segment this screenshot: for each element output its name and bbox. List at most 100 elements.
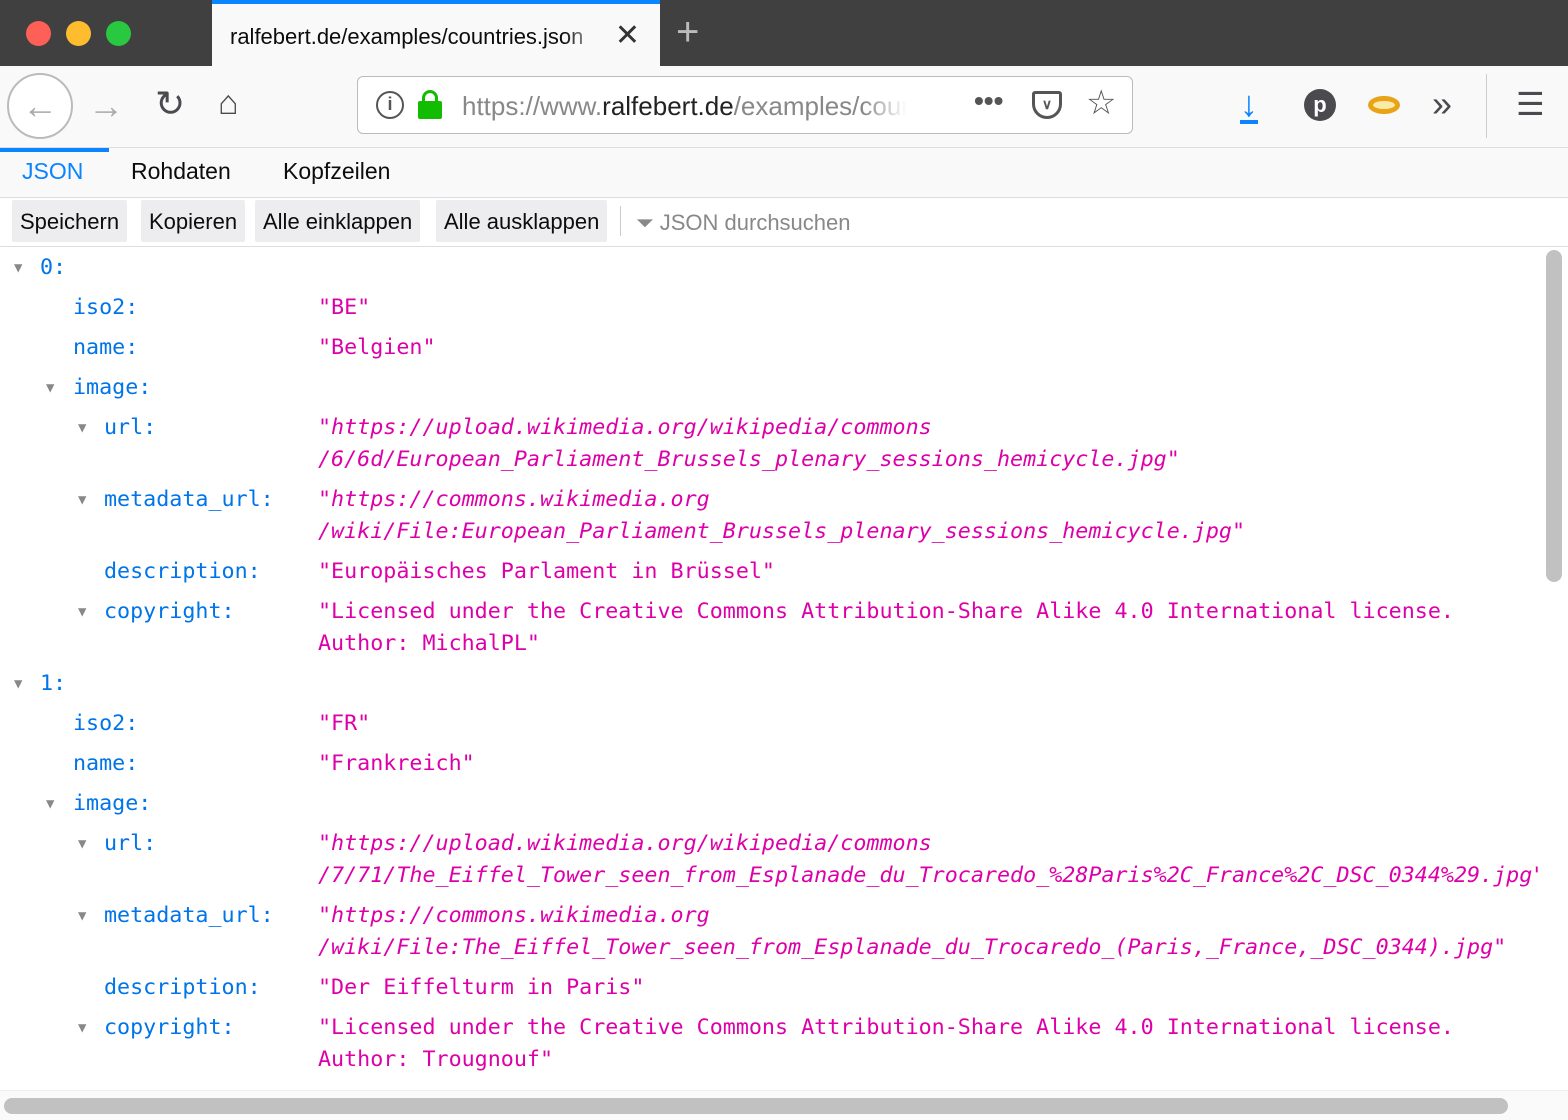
expand-toggle-icon[interactable]: ▼ xyxy=(78,1012,86,1044)
expand-toggle-icon[interactable]: ▼ xyxy=(78,596,86,628)
url-domain: ralfebert.de xyxy=(602,91,734,121)
json-row[interactable]: ▼ url: "https://upload.wikimedia.org/wikip… xyxy=(0,824,1538,896)
json-key: name: xyxy=(73,335,139,360)
json-key: iso2: xyxy=(73,295,139,320)
filter-placeholder: JSON durchsuchen xyxy=(659,210,851,235)
viewer-tabs: JSON Rohdaten Kopfzeilen xyxy=(0,148,1568,198)
json-row[interactable]: ▼ metadata_url: "https://commons.wikimedia… xyxy=(0,480,1538,552)
horizontal-scrollbar[interactable] xyxy=(4,1098,1508,1114)
json-value-line: "BE" xyxy=(318,295,371,320)
expand-toggle-icon[interactable]: ▼ xyxy=(14,252,22,284)
json-key: metadata_url: xyxy=(104,903,274,928)
json-value-line: "FR" xyxy=(318,711,371,736)
json-value-line: "https://commons.wikimedia.org xyxy=(318,487,710,512)
p-extension-icon[interactable]: p xyxy=(1304,89,1336,121)
collapse-all-button[interactable]: Alle einklappen xyxy=(255,200,421,242)
lock-icon[interactable] xyxy=(418,90,442,119)
ring-extension-icon[interactable] xyxy=(1368,96,1400,114)
json-value-line: /7/71/The_Eiffel_Tower_seen_from_Esplana… xyxy=(318,863,1538,888)
expand-toggle-icon[interactable]: ▼ xyxy=(78,900,86,932)
json-value: "Europäisches Parlament in Brüssel" xyxy=(318,556,1538,588)
tab-headers[interactable]: Kopfzeilen xyxy=(283,158,390,185)
json-row[interactable]: ▼ copyright: "Licensed under the Creative … xyxy=(0,1008,1538,1080)
json-value-line: "https://commons.wikimedia.org xyxy=(318,903,710,928)
zoom-window-button[interactable] xyxy=(106,21,131,46)
json-value xyxy=(318,372,1538,404)
json-value: "Der Eiffelturm in Paris" xyxy=(318,972,1538,1004)
copy-button[interactable]: Kopieren xyxy=(141,200,246,242)
json-value: "BE" xyxy=(318,292,1538,324)
json-value-line: "https://upload.wikimedia.org/wikipedia/… xyxy=(318,831,932,856)
json-value-line: "https://upload.wikimedia.org/wikipedia/… xyxy=(318,415,932,440)
reload-button[interactable]: ↻ xyxy=(155,86,185,122)
browser-tab[interactable]: ralfebert.de/examples/countries.json ✕ xyxy=(212,0,660,66)
json-value: "https://commons.wikimedia.org/wiki/File… xyxy=(318,900,1538,964)
url-text[interactable]: https://www.ralfebert.de/examples/countr… xyxy=(462,91,907,122)
json-key: copyright: xyxy=(104,1015,235,1040)
json-key: iso2: xyxy=(73,711,139,736)
tab-strip: ralfebert.de/examples/countries.json ✕ + xyxy=(0,0,1568,66)
close-window-button[interactable] xyxy=(26,21,51,46)
json-row[interactable]: ▼ 1: xyxy=(0,664,1538,704)
json-row: name: "Frankreich" xyxy=(0,744,1538,784)
json-value: "https://commons.wikimedia.org/wiki/File… xyxy=(318,484,1538,548)
json-key: image: xyxy=(73,791,152,816)
json-value-line: "Der Eiffelturm in Paris" xyxy=(318,975,645,1000)
json-row[interactable]: ▼ url: "https://upload.wikimedia.org/wikip… xyxy=(0,408,1538,480)
save-button[interactable]: Speichern xyxy=(12,200,128,242)
json-value xyxy=(318,668,1538,700)
expand-all-button[interactable]: Alle ausklappen xyxy=(436,200,608,242)
json-value-line: /wiki/File:The_Eiffel_Tower_seen_from_Es… xyxy=(318,935,1507,960)
menu-icon[interactable]: ☰ xyxy=(1516,88,1545,120)
json-row[interactable]: ▼ metadata_url: "https://commons.wikimedia… xyxy=(0,896,1538,968)
json-value: "Frankreich" xyxy=(318,748,1538,780)
page-actions-icon[interactable]: ••• xyxy=(974,85,1003,117)
pocket-icon[interactable]: ∨ xyxy=(1032,91,1062,119)
url-prefix: https://www. xyxy=(462,91,603,121)
expand-toggle-icon[interactable]: ▼ xyxy=(78,412,86,444)
json-row[interactable]: ▼ image: xyxy=(0,368,1538,408)
json-row: description: "Der Eiffelturm in Paris" xyxy=(0,968,1538,1008)
json-row: iso2: "FR" xyxy=(0,704,1538,744)
tab-title: ralfebert.de/examples/countries.json xyxy=(230,24,584,49)
json-value-line: /6/6d/European_Parliament_Brussels_plena… xyxy=(318,447,1180,472)
json-filter-input[interactable]: ⏷ JSON durchsuchen xyxy=(636,210,851,236)
json-row: name: "Belgien" xyxy=(0,328,1538,368)
minimize-window-button[interactable] xyxy=(66,21,91,46)
json-key: metadata_url: xyxy=(104,487,274,512)
json-value-line: "Licensed under the Creative Commons Att… xyxy=(318,599,1454,624)
json-row[interactable]: ▼ image: xyxy=(0,784,1538,824)
tab-json[interactable]: JSON xyxy=(22,158,83,185)
info-icon[interactable]: i xyxy=(376,91,404,119)
json-value-line: Author: MichalPL" xyxy=(318,631,540,656)
expand-toggle-icon[interactable]: ▼ xyxy=(78,828,86,860)
json-value: "https://upload.wikimedia.org/wikipedia/… xyxy=(318,828,1538,892)
close-tab-icon[interactable]: ✕ xyxy=(615,18,640,53)
json-key: 0: xyxy=(40,255,67,280)
expand-toggle-icon[interactable]: ▼ xyxy=(78,484,86,516)
vertical-scrollbar[interactable] xyxy=(1546,250,1562,582)
bookmark-star-icon[interactable]: ☆ xyxy=(1086,83,1116,123)
downloads-icon[interactable]: ↓ xyxy=(1240,86,1258,124)
json-key: url: xyxy=(104,415,157,440)
back-button[interactable]: ← xyxy=(7,73,73,139)
json-value-line: /wiki/File:European_Parliament_Brussels_… xyxy=(318,519,1246,544)
expand-toggle-icon[interactable]: ▼ xyxy=(46,372,54,404)
tab-rawdata[interactable]: Rohdaten xyxy=(131,158,231,185)
expand-toggle-icon[interactable]: ▼ xyxy=(14,668,22,700)
json-value-line: Author: Trougnouf" xyxy=(318,1047,554,1072)
json-key: copyright: xyxy=(104,599,235,624)
home-button[interactable]: ⌂ xyxy=(218,86,239,120)
json-row[interactable]: ▼ 0: xyxy=(0,248,1538,288)
forward-button[interactable]: → xyxy=(88,88,124,124)
new-tab-button[interactable]: + xyxy=(676,10,699,55)
url-bar[interactable]: i https://www.ralfebert.de/examples/coun… xyxy=(357,76,1133,134)
url-path: /examples/countries.json xyxy=(733,91,907,121)
toolbar-divider xyxy=(620,206,621,236)
json-value-line: "Europäisches Parlament in Brüssel" xyxy=(318,559,775,584)
overflow-chevron-icon[interactable]: » xyxy=(1432,86,1452,122)
json-row[interactable]: ▼ copyright: "Licensed under the Creative … xyxy=(0,592,1538,664)
json-value xyxy=(318,788,1538,820)
json-key: description: xyxy=(104,559,261,584)
expand-toggle-icon[interactable]: ▼ xyxy=(46,788,54,820)
